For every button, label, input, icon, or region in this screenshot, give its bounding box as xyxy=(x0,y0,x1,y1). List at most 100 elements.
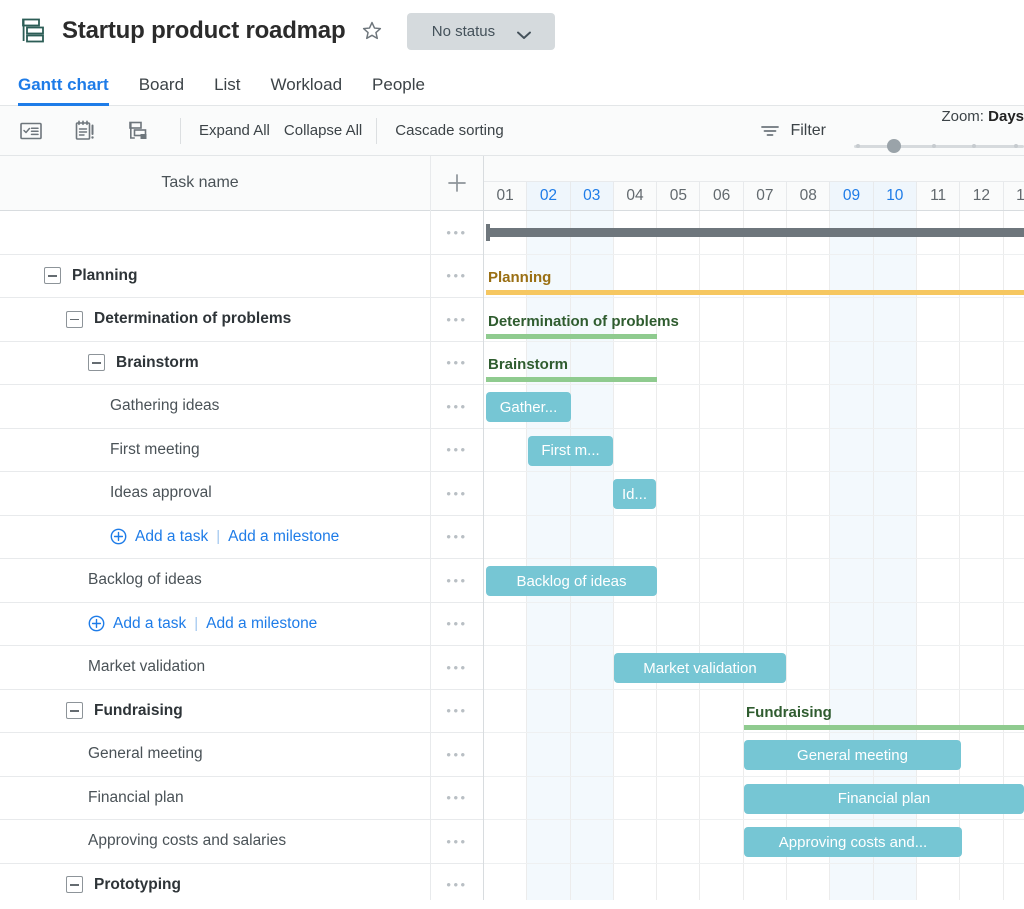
task-bar[interactable]: Financial plan xyxy=(744,784,1024,814)
summary-bar-label: Fundraising xyxy=(746,704,832,721)
add-task-link[interactable]: Add a task xyxy=(113,615,186,633)
timeline-header: 01020304050607080910111213 xyxy=(484,156,1024,211)
table-row[interactable]: General meeting ••• xyxy=(0,733,483,777)
toolbar-right-group: Filter Zoom: Days xyxy=(760,106,1024,156)
collapse-toggle-icon[interactable] xyxy=(66,702,83,719)
table-row[interactable]: Backlog of ideas••• xyxy=(0,559,483,603)
timeline-day-cell: 09 xyxy=(830,182,873,210)
table-row[interactable]: ••• xyxy=(0,211,483,255)
summary-bar-line xyxy=(486,377,657,382)
timeline-day-header: 01020304050607080910111213 xyxy=(484,182,1024,210)
row-menu-button[interactable]: ••• xyxy=(430,646,483,689)
task-bar[interactable]: First m... xyxy=(528,436,613,466)
task-name-cell: Determination of problems xyxy=(0,298,430,341)
row-menu-button[interactable]: ••• xyxy=(430,472,483,515)
row-menu-button[interactable]: ••• xyxy=(430,559,483,602)
add-row-divider: | xyxy=(194,615,198,632)
table-row[interactable]: Brainstorm••• xyxy=(0,342,483,386)
collapse-toggle-icon[interactable] xyxy=(66,876,83,893)
task-bar[interactable]: General meeting xyxy=(744,740,961,770)
table-row[interactable]: Determination of problems••• xyxy=(0,298,483,342)
task-bar[interactable]: Backlog of ideas xyxy=(486,566,657,596)
tab-board[interactable]: Board xyxy=(139,75,184,105)
timeline-grid-row xyxy=(484,603,1024,647)
timeline-day-cell: 05 xyxy=(657,182,700,210)
tab-workload[interactable]: Workload xyxy=(271,75,343,105)
table-row[interactable]: Approving costs and salaries••• xyxy=(0,820,483,864)
table-row[interactable]: Fundraising••• xyxy=(0,690,483,734)
critical-path-icon[interactable] xyxy=(72,118,98,144)
row-menu-button[interactable]: ••• xyxy=(430,385,483,428)
row-menu-button[interactable]: ••• xyxy=(430,777,483,820)
task-grid-rows: •••Planning•••Determination of problems•… xyxy=(0,211,483,900)
task-name-label: Ideas approval xyxy=(110,484,212,502)
row-menu-button[interactable]: ••• xyxy=(430,429,483,472)
summary-bar[interactable]: Determination of problems xyxy=(486,298,657,342)
baseline-hierarchy-icon[interactable] xyxy=(126,118,152,144)
task-name-cell: Backlog of ideas xyxy=(0,559,430,602)
table-row[interactable]: Financial plan••• xyxy=(0,777,483,821)
task-name-label: Planning xyxy=(72,267,137,285)
summary-bar[interactable]: Planning xyxy=(486,255,1024,299)
add-milestone-link[interactable]: Add a milestone xyxy=(228,528,339,546)
task-name-label: Gathering ideas xyxy=(110,397,219,415)
timeline-day-cell: 12 xyxy=(960,182,1003,210)
collapse-toggle-icon[interactable] xyxy=(88,354,105,371)
row-menu-button[interactable]: ••• xyxy=(430,516,483,559)
filter-button[interactable]: Filter xyxy=(760,122,826,140)
row-menu-button[interactable]: ••• xyxy=(430,342,483,385)
zoom-label: Zoom: Days xyxy=(941,108,1024,125)
toolbar-divider-2 xyxy=(376,118,377,144)
task-name-label: Market validation xyxy=(88,658,205,676)
table-row[interactable]: Planning ••• xyxy=(0,255,483,299)
row-menu-button[interactable]: ••• xyxy=(430,255,483,298)
task-name-cell: Financial plan xyxy=(0,777,430,820)
table-row[interactable]: Prototyping••• xyxy=(0,864,483,901)
expand-all-button[interactable]: Expand All xyxy=(199,122,270,139)
timeline-header-top xyxy=(484,156,1024,182)
table-row[interactable]: Gathering ideas ••• xyxy=(0,385,483,429)
table-row[interactable]: Market validation ••• xyxy=(0,646,483,690)
cascade-sorting-button[interactable]: Cascade sorting xyxy=(395,122,503,139)
task-name-cell: First meeting xyxy=(0,429,430,472)
zoom-slider-handle[interactable] xyxy=(887,139,901,153)
project-rollup-bar[interactable] xyxy=(486,228,1024,237)
add-task-link[interactable]: Add a task xyxy=(135,528,208,546)
row-menu-button[interactable]: ••• xyxy=(430,820,483,863)
add-row: Add a task|Add a milestone xyxy=(110,528,339,546)
row-menu-button[interactable]: ••• xyxy=(430,211,483,254)
add-milestone-link[interactable]: Add a milestone xyxy=(206,615,317,633)
row-menu-button[interactable]: ••• xyxy=(430,690,483,733)
table-row[interactable]: Ideas approval ••• xyxy=(0,472,483,516)
task-name-label: General meeting xyxy=(88,745,203,763)
timeline-day-cell: 01 xyxy=(484,182,527,210)
task-name-cell: Add a task | Add a milestone xyxy=(0,603,430,646)
collapse-toggle-icon[interactable] xyxy=(66,311,83,328)
zoom-slider[interactable] xyxy=(854,139,1024,153)
status-dropdown[interactable]: No status xyxy=(407,13,555,50)
task-bar[interactable]: Id... xyxy=(613,479,656,509)
task-bar[interactable]: Gather... xyxy=(486,392,571,422)
table-row[interactable]: First meeting••• xyxy=(0,429,483,473)
task-checklist-icon[interactable] xyxy=(18,118,44,144)
collapse-all-button[interactable]: Collapse All xyxy=(284,122,362,139)
row-menu-button[interactable]: ••• xyxy=(430,603,483,646)
tab-gantt-chart[interactable]: Gantt chart xyxy=(18,75,109,105)
summary-bar[interactable]: Fundraising xyxy=(744,690,1024,734)
tab-list[interactable]: List xyxy=(214,75,240,105)
row-menu-button[interactable]: ••• xyxy=(430,864,483,901)
tab-people[interactable]: People xyxy=(372,75,425,105)
row-menu-button[interactable]: ••• xyxy=(430,733,483,776)
summary-bar[interactable]: Brainstorm xyxy=(486,342,657,386)
table-row[interactable]: Add a task|Add a milestone ••• xyxy=(0,516,483,560)
gantt-logo-icon xyxy=(18,16,48,46)
task-bar[interactable]: Approving costs and... xyxy=(744,827,962,857)
table-row[interactable]: Add a task | Add a milestone ••• xyxy=(0,603,483,647)
star-icon[interactable] xyxy=(361,20,383,42)
task-bar[interactable]: Market validation xyxy=(614,653,786,683)
collapse-toggle-icon[interactable] xyxy=(44,267,61,284)
add-column-button[interactable] xyxy=(430,156,483,211)
row-menu-button[interactable]: ••• xyxy=(430,298,483,341)
task-name-cell: Prototyping xyxy=(0,864,430,901)
zoom-prefix: Zoom: xyxy=(941,108,988,125)
